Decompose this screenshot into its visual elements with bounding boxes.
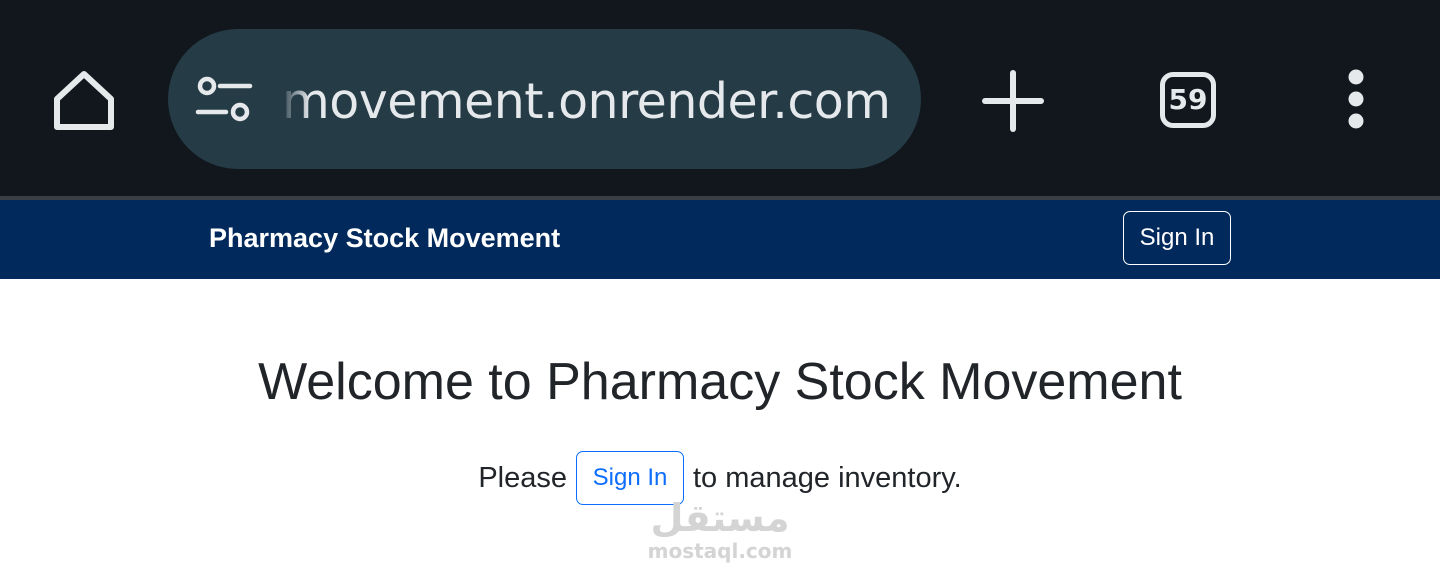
watermark-latin: mostaql.com [647, 539, 793, 563]
inline-sign-in-button[interactable]: Sign In [575, 451, 684, 505]
watermark: مستقل mostaql.com [640, 496, 800, 568]
navbar-sign-in-button[interactable]: Sign In [1123, 211, 1231, 265]
sign-in-prompt: Please Sign In to manage inventory. [0, 450, 1440, 506]
site-settings-icon[interactable] [192, 72, 256, 128]
home-button[interactable] [40, 58, 128, 142]
brand-link[interactable]: Pharmacy Stock Movement [209, 218, 560, 258]
tab-switcher-icon: 59 [1160, 72, 1216, 128]
new-tab-button[interactable] [978, 66, 1048, 136]
home-icon [54, 71, 114, 130]
tab-switcher-button[interactable]: 59 [1152, 64, 1224, 136]
url-text[interactable]: movement.onrender.com [282, 70, 912, 134]
plus-icon [982, 70, 1044, 132]
prompt-before-text: Please [478, 461, 567, 494]
page-title: Welcome to Pharmacy Stock Movement [258, 353, 1182, 411]
prompt-after-text: to manage inventory. [692, 461, 962, 494]
more-vert-icon[interactable] [1326, 64, 1386, 136]
